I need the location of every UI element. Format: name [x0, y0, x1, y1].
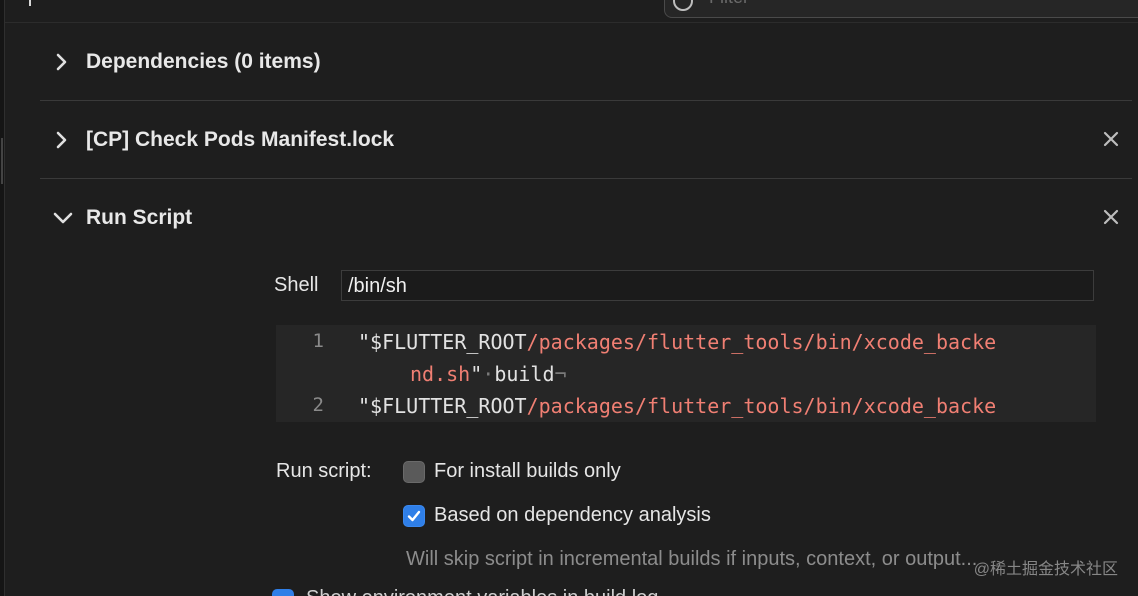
build-phases-panel: Filter Dependencies (0 items) [CP] Check… [0, 0, 1138, 596]
section-dependencies[interactable]: Dependencies (0 items) [40, 23, 1132, 101]
code-line-wrap: nd.sh"·build¬ [410, 362, 567, 386]
code-line: "$FLUTTER_ROOT/packages/flutter_tools/bi… [358, 330, 996, 354]
show-env-checkbox[interactable] [272, 589, 294, 596]
section-title: Dependencies (0 items) [86, 49, 321, 73]
toolbar-tick [29, 0, 31, 6]
shell-input[interactable]: /bin/sh [341, 270, 1094, 301]
chevron-right-icon[interactable] [40, 23, 86, 101]
code-token: "$FLUTTER_ROOT [358, 394, 527, 418]
close-icon[interactable] [1100, 206, 1122, 228]
install-builds-label[interactable]: For install builds only [434, 460, 621, 483]
watermark: @稀土掘金技术社区 [973, 561, 1118, 578]
run-script-options-label: Run script: [276, 460, 372, 482]
eol-marker: ¬ [554, 362, 567, 386]
left-edge-divider [0, 0, 5, 596]
install-builds-checkbox[interactable] [403, 461, 425, 483]
section-check-pods[interactable]: [CP] Check Pods Manifest.lock [40, 101, 1132, 179]
line-number: 1 [312, 330, 324, 352]
dependency-analysis-checkbox[interactable] [403, 505, 425, 527]
show-env-label[interactable]: Show environment variables in build log [306, 587, 658, 596]
filter-field[interactable]: Filter [664, 0, 1138, 18]
close-icon[interactable] [1100, 128, 1122, 150]
section-title: Run Script [86, 206, 193, 229]
section-run-script[interactable]: Run Script [40, 179, 1132, 257]
filter-placeholder: Filter [709, 0, 749, 8]
chevron-down-icon[interactable] [40, 179, 86, 257]
line-number: 2 [312, 394, 324, 416]
code-token: /packages/flutter_tools/bin/xcode_backe [526, 394, 997, 418]
dependency-hint: Will skip script in incremental builds i… [406, 548, 978, 570]
checkmark-icon [407, 510, 421, 522]
code-token: "$FLUTTER_ROOT [358, 330, 527, 354]
code-token: build [494, 362, 555, 386]
dependency-analysis-label[interactable]: Based on dependency analysis [434, 504, 711, 527]
chevron-right-icon[interactable] [40, 101, 86, 179]
shell-label: Shell [274, 274, 319, 296]
code-token: nd.sh [410, 362, 471, 386]
code-line: "$FLUTTER_ROOT/packages/flutter_tools/bi… [358, 394, 996, 418]
whitespace-marker: · [482, 362, 495, 386]
section-title: [CP] Check Pods Manifest.lock [86, 127, 395, 151]
script-editor[interactable]: 1 2 "$FLUTTER_ROOT/packages/flutter_tool… [276, 325, 1096, 422]
filter-icon [673, 0, 693, 11]
code-token: /packages/flutter_tools/bin/xcode_backe [526, 330, 997, 354]
line-gutter: 1 2 [276, 325, 336, 422]
code-token: " [470, 362, 483, 386]
